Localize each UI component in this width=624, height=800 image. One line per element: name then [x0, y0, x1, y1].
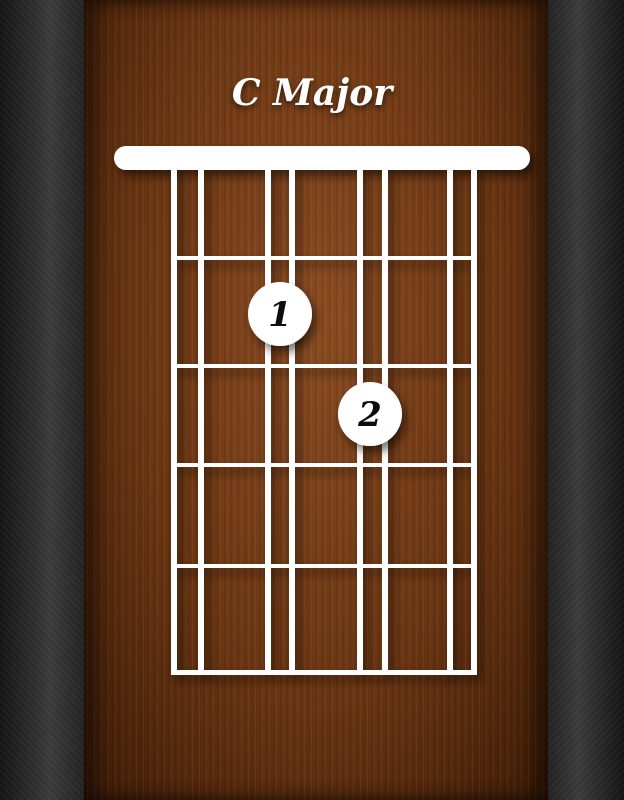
fret-line-3 [174, 463, 474, 467]
string-line-4 [289, 170, 295, 673]
string-line-2 [198, 170, 204, 673]
fret-line-4 [174, 564, 474, 568]
string-line-3 [265, 170, 271, 673]
finger-number: 2 [357, 395, 382, 435]
finger-dot-2: 2 [338, 382, 402, 446]
fret-line-2 [174, 364, 474, 368]
finger-number: 1 [268, 295, 292, 335]
bottom-line [171, 670, 477, 675]
fret-line-1 [174, 256, 474, 260]
nut [114, 146, 530, 170]
chord-diagram: 12 [114, 146, 530, 675]
string-line-1 [171, 170, 177, 673]
finger-dot-1: 1 [248, 282, 312, 346]
string-line-8 [471, 170, 477, 673]
string-line-7 [447, 170, 453, 673]
